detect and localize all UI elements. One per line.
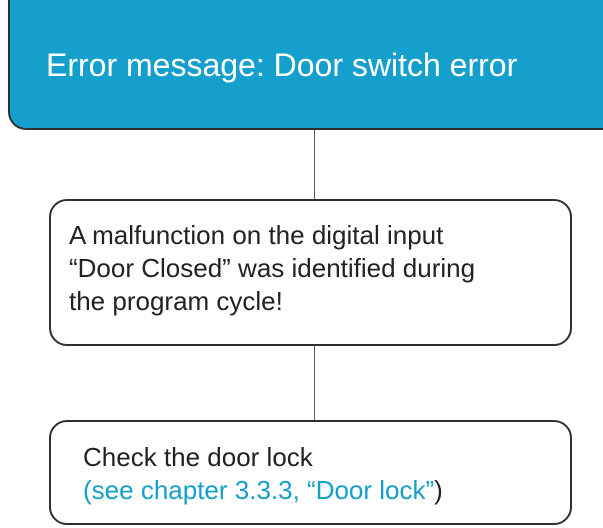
action-text: Check the door lock (see chapter 3.3.3, … (83, 441, 563, 507)
malfunction-line-2: “Door Closed” was identified during (69, 253, 476, 283)
connector-line-2 (314, 345, 315, 420)
close-paren: ) (434, 475, 443, 505)
connector-line-1 (314, 130, 315, 200)
malfunction-description-box: A malfunction on the digital input “Door… (49, 199, 572, 346)
troubleshooting-flowchart: Error message: Door switch error A malfu… (0, 0, 603, 528)
error-message-header: Error message: Door switch error (8, 0, 603, 130)
malfunction-description-text: A malfunction on the digital input “Door… (69, 219, 549, 318)
action-box: Check the door lock (see chapter 3.3.3, … (49, 420, 572, 525)
error-message-title: Error message: Door switch error (46, 47, 518, 83)
malfunction-line-3: the program cycle! (69, 286, 283, 316)
action-line-2: (see chapter 3.3.3, “Door lock”) (83, 474, 563, 507)
malfunction-line-1: A malfunction on the digital input (69, 220, 444, 250)
door-lock-chapter-link[interactable]: see chapter 3.3.3, “Door lock” (92, 475, 435, 505)
action-line-1: Check the door lock (83, 442, 313, 472)
open-paren: ( (83, 475, 92, 505)
